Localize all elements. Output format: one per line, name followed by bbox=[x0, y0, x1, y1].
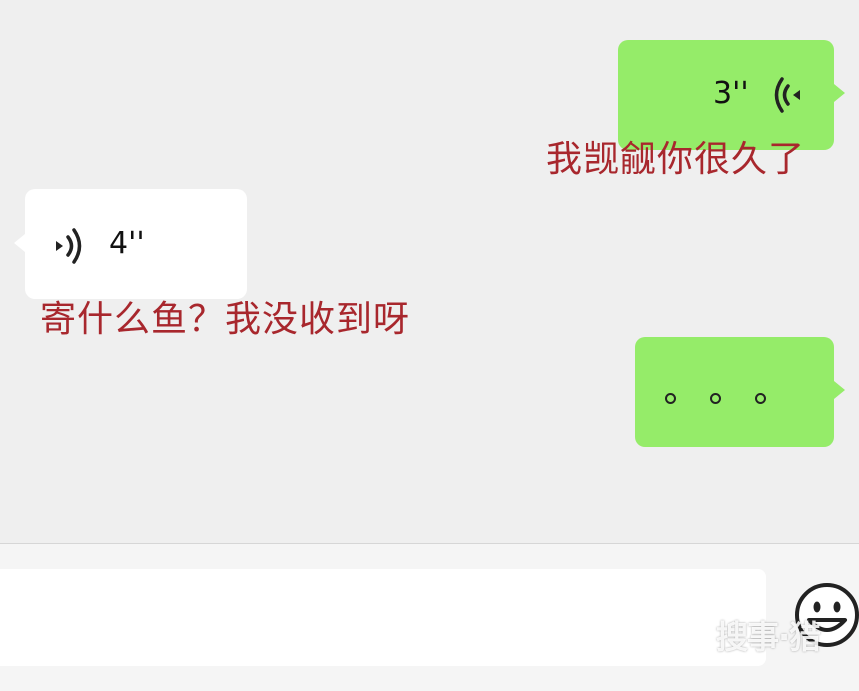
caption-text: 寄什么鱼？我没收到呀 bbox=[40, 299, 411, 340]
bubble-tail bbox=[834, 381, 845, 399]
ellipsis-dot bbox=[710, 393, 721, 404]
voice-duration: 4'' bbox=[109, 226, 145, 261]
voice-duration: 3'' bbox=[713, 76, 749, 111]
ellipsis-dot bbox=[665, 393, 676, 404]
message-input[interactable] bbox=[0, 569, 766, 666]
ellipsis-text bbox=[665, 393, 766, 404]
caption-text: 我觊觎你很久了 bbox=[546, 139, 806, 180]
watermark: 搜事·猎 bbox=[716, 618, 821, 656]
received-voice-message[interactable]: 4'' bbox=[14, 189, 247, 299]
voice-wave-icon bbox=[774, 77, 800, 113]
voice-wave-icon bbox=[56, 228, 82, 264]
sent-text-message[interactable] bbox=[635, 337, 845, 447]
bubble-tail bbox=[834, 84, 845, 102]
chat-area: 3'' 我觊觎你很久了 4'' 寄什么鱼？我没收到呀 bbox=[0, 0, 859, 543]
ellipsis-dot bbox=[755, 393, 766, 404]
bubble-tail bbox=[14, 234, 25, 252]
